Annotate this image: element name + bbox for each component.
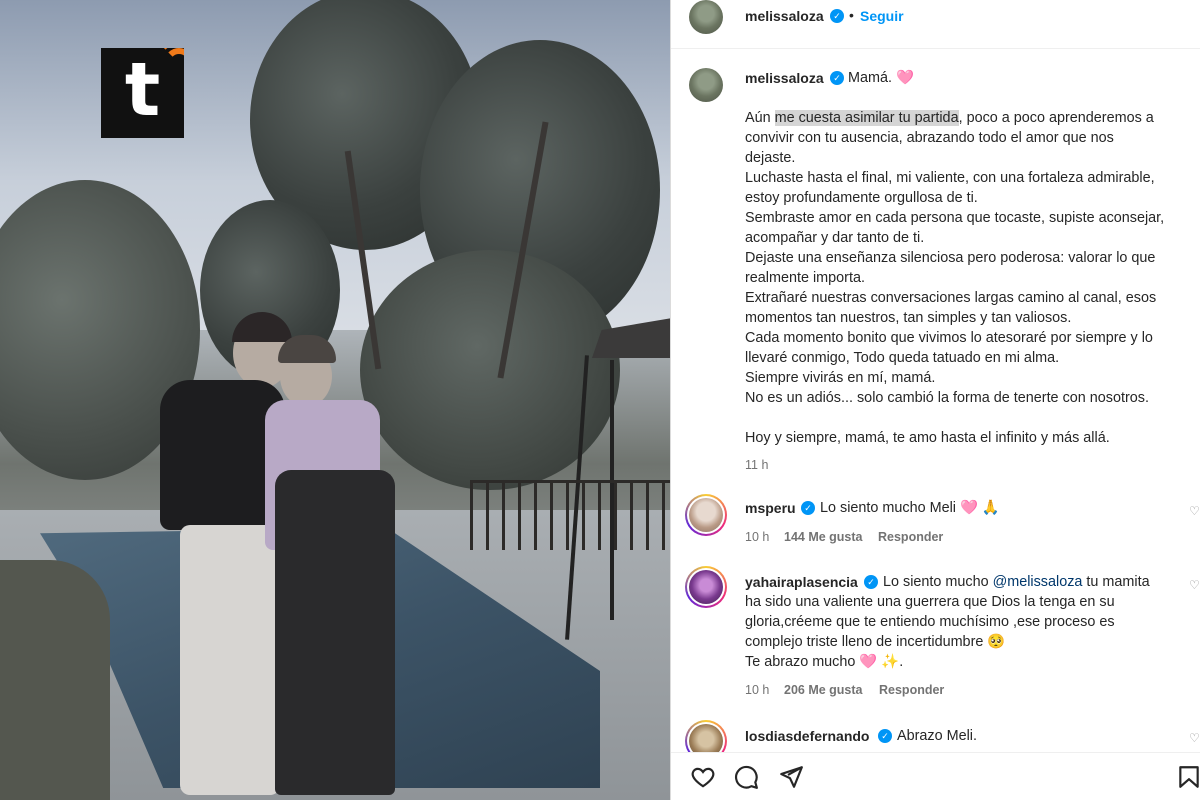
comment-likes[interactable]: 206 Me gusta <box>784 683 863 697</box>
post-actions-bar <box>671 752 1200 800</box>
watermark-letter: t <box>124 48 161 133</box>
grass-patch <box>0 560 110 800</box>
commenter-username[interactable]: losdiasdefernando <box>745 728 869 744</box>
verified-icon: ✓ <box>830 71 844 85</box>
caption-line: llevaré conmigo, Todo queda tatuado en m… <box>745 350 1060 366</box>
caption-title: Mamá. 🩷 <box>848 70 914 86</box>
commenter-username[interactable]: yahairaplasencia <box>745 574 858 590</box>
caption-line: convivir con tu ausencia, abrazando todo… <box>745 130 1114 146</box>
comment-text: Lo siento mucho <box>883 574 993 590</box>
post-side-panel: melissaloza ✓ • Seguir melissaloza ✓ Mam… <box>670 0 1200 800</box>
caption-closing: Hoy y siempre, mamá, te amo hasta el inf… <box>745 430 1110 446</box>
author-avatar[interactable] <box>689 0 723 34</box>
wooden-fence <box>470 480 670 550</box>
comment-text: Abrazo Meli. <box>897 728 977 744</box>
verified-icon: ✓ <box>801 501 815 515</box>
comment-likes[interactable]: 144 Me gusta <box>784 530 863 544</box>
person-right-overalls <box>275 470 395 795</box>
caption-line: dejaste. <box>745 150 796 166</box>
caption-line: Siempre vivirás en mí, mamá. <box>745 370 936 386</box>
verified-icon: ✓ <box>878 729 892 743</box>
comment-text-line: gloria,créeme que te entiendo muchísimo … <box>745 614 1115 630</box>
comment-timestamp[interactable]: 10 h <box>745 683 769 697</box>
bookmark-icon[interactable] <box>1175 763 1200 791</box>
caption-line: No es un adiós... solo cambió la forma d… <box>745 390 1149 406</box>
commenter-avatar[interactable] <box>689 570 723 604</box>
follow-button[interactable]: Seguir <box>860 8 904 24</box>
commenter-username[interactable]: msperu <box>745 500 796 516</box>
caption-line: acompañar y dar tanto de ti. <box>745 230 925 246</box>
comment-text-line: complejo triste lleno de incertidumbre 🥺 <box>745 634 1006 650</box>
post-header: melissaloza ✓ • Seguir <box>671 0 1200 49</box>
caption-line: Aún me cuesta asimilar tu partida, poco … <box>745 108 1154 128</box>
comment-text: Lo siento mucho Meli 🩷 🙏 <box>820 500 1000 516</box>
post-photo[interactable]: t <box>0 0 670 800</box>
caption-line: realmente importa. <box>745 270 865 286</box>
verified-icon: ✓ <box>830 9 844 23</box>
commenter-avatar[interactable] <box>689 498 723 532</box>
reply-button[interactable]: Responder <box>879 683 944 697</box>
caption-line: Sembraste amor en cada persona que tocas… <box>745 210 1165 226</box>
comment-text-line: Te abrazo mucho 🩷 ✨. <box>745 654 904 670</box>
comment-like-icon[interactable]: ♡ <box>1189 731 1200 745</box>
author-username[interactable]: melissaloza <box>745 8 824 24</box>
share-icon[interactable] <box>777 763 805 791</box>
brand-watermark-logo: t <box>101 48 184 138</box>
caption-author-avatar[interactable] <box>689 68 723 102</box>
caption-line: Cada momento bonito que vivimos lo ateso… <box>745 330 1153 346</box>
verified-icon: ✓ <box>864 575 878 589</box>
comment-like-icon[interactable]: ♡ <box>1189 504 1200 518</box>
caption-timestamp[interactable]: 11 h <box>745 458 768 472</box>
reply-button[interactable]: Responder <box>878 530 943 544</box>
person-left-pants <box>180 525 280 795</box>
caption-line: Dejaste una enseñanza silenciosa pero po… <box>745 250 1156 266</box>
comment-text: tu mamita <box>1082 574 1150 590</box>
caption-author-username[interactable]: melissaloza <box>745 70 824 86</box>
caption-line: momentos tan nuestros, tan simples y tan… <box>745 310 1072 326</box>
separator-dot: • <box>849 7 854 23</box>
instagram-post-view: t melissaloza ✓ • Seguir melissaloza ✓ M… <box>0 0 1200 800</box>
comment-text-line: Lo siento mucho @melissaloza tu mamita <box>883 572 1150 592</box>
comment-text-line: ha sido una valiente una guerrera que Di… <box>745 594 1115 610</box>
caption-text: , poco a poco aprenderemos a <box>958 110 1154 126</box>
caption-text: Aún <box>745 110 775 126</box>
caption-line: Luchaste hasta el final, mi valiente, co… <box>745 170 1155 186</box>
heart-icon[interactable] <box>689 763 717 791</box>
comment-timestamp[interactable]: 10 h <box>745 530 769 544</box>
caption-line: estoy profundamente orgullosa de ti. <box>745 190 978 206</box>
caption-line: Extrañaré nuestras conversaciones largas… <box>745 290 1157 306</box>
caption-highlight: me cuesta asimilar tu partida <box>774 110 959 126</box>
mention-link[interactable]: @melissaloza <box>993 574 1083 590</box>
comment-icon[interactable] <box>732 763 760 791</box>
comment-like-icon[interactable]: ♡ <box>1189 578 1200 592</box>
